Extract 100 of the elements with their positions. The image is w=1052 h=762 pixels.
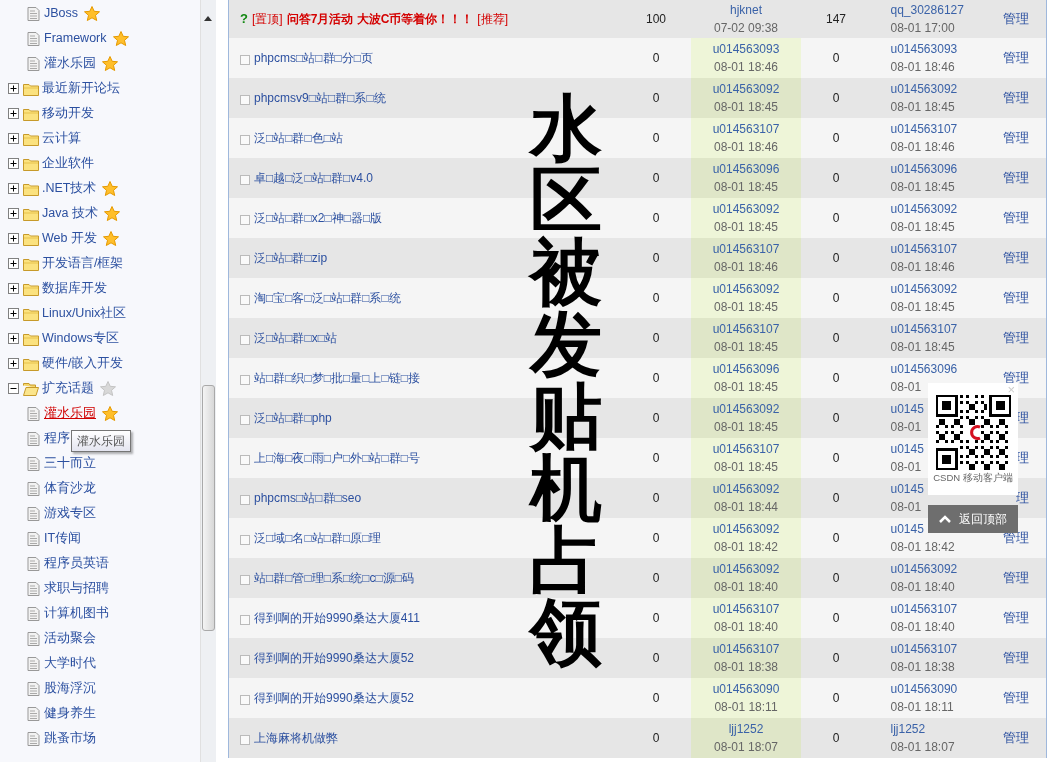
expand-icon[interactable] (8, 83, 19, 94)
author-link[interactable]: u014563107 (712, 440, 780, 458)
topic-link[interactable]: 泛□域□名□站□群□原□理 (254, 529, 382, 547)
forum-link[interactable]: 计算机图书 (44, 606, 109, 621)
topic-link[interactable]: 泛□站□群□zip (254, 249, 328, 267)
author-link[interactable]: hjknet (730, 1, 762, 19)
topic-link[interactable]: phpcmsv9□站□群□系□统 (254, 89, 386, 107)
last-reply-link[interactable]: u014563092 (890, 200, 958, 218)
category-link[interactable]: Web 开发 (42, 231, 97, 246)
category-link[interactable]: Linux/Unix社区 (42, 306, 127, 321)
author-link[interactable]: u014563107 (712, 240, 780, 258)
topic-link[interactable]: 上海麻将机做弊 (254, 729, 338, 747)
manage-link[interactable]: 管理 (1003, 90, 1029, 106)
author-link[interactable]: u014563107 (712, 120, 780, 138)
forum-link[interactable]: 大学时代 (44, 656, 96, 671)
forum-link[interactable]: 跳蚤市场 (44, 731, 96, 746)
last-reply-link[interactable]: u014563107 (890, 640, 958, 658)
author-link[interactable]: u014563092 (712, 520, 780, 538)
last-reply-link[interactable]: u014563092 (890, 80, 958, 98)
forum-link[interactable]: 股海浮沉 (44, 681, 96, 696)
topic-link[interactable]: phpcms□站□群□seo (254, 489, 362, 507)
expand-icon[interactable] (8, 308, 19, 319)
category-link[interactable]: 最近新开论坛 (42, 81, 120, 96)
manage-link[interactable]: 管理 (1003, 210, 1029, 226)
manage-link[interactable]: 管理 (1003, 330, 1029, 346)
expand-icon[interactable] (8, 358, 19, 369)
manage-link[interactable]: 管理 (1003, 250, 1029, 266)
author-link[interactable]: u014563096 (712, 360, 780, 378)
last-reply-link[interactable]: u014563092 (890, 560, 958, 578)
scroll-up-icon[interactable] (204, 16, 212, 21)
last-reply-link[interactable]: u014563107 (890, 320, 958, 338)
forum-link[interactable]: 活动聚会 (44, 631, 96, 646)
category-link[interactable]: Windows专区 (42, 331, 119, 346)
category-link[interactable]: 企业软件 (42, 156, 94, 171)
manage-link[interactable]: 管理 (1003, 50, 1029, 66)
category-link[interactable]: .NET技术 (42, 181, 97, 196)
author-link[interactable]: ljj1252 (728, 720, 764, 738)
category-link[interactable]: 数据库开发 (42, 281, 107, 296)
last-reply-link[interactable]: u0145 (890, 520, 924, 538)
last-reply-link[interactable]: u014563107 (890, 240, 958, 258)
collapse-icon[interactable] (8, 383, 19, 394)
category-link[interactable]: Java 技术 (42, 206, 98, 221)
expand-icon[interactable] (8, 208, 19, 219)
manage-link[interactable]: 管理 (1003, 690, 1029, 706)
topic-link[interactable]: 站□群□管□理□系□统□c□源□码 (254, 569, 414, 587)
last-reply-link[interactable]: u0145 (890, 400, 924, 418)
manage-link[interactable]: 管理 (1003, 130, 1029, 146)
author-link[interactable]: u014563107 (712, 600, 780, 618)
category-link[interactable]: 云计算 (42, 131, 81, 146)
author-link[interactable]: u014563092 (712, 480, 780, 498)
forum-link[interactable]: 程序员英语 (44, 556, 109, 571)
expand-icon[interactable] (8, 108, 19, 119)
last-reply-link[interactable]: u014563092 (890, 280, 958, 298)
expand-icon[interactable] (8, 158, 19, 169)
forum-link[interactable]: 求职与招聘 (44, 581, 109, 596)
topic-link[interactable]: 卓□越□泛□站□群□v4.0 (254, 169, 373, 187)
topic-link[interactable]: 站□群□织□梦□批□量□上□链□接 (254, 369, 420, 387)
forum-link[interactable]: Framework (44, 31, 107, 46)
author-link[interactable]: u014563090 (712, 680, 780, 698)
author-link[interactable]: u014563092 (712, 400, 780, 418)
topic-link[interactable]: 泛□站□群□色□站 (254, 129, 343, 147)
author-link[interactable]: u014563093 (712, 40, 780, 58)
expand-icon[interactable] (8, 283, 19, 294)
category-link[interactable]: 扩充话题 (42, 381, 94, 396)
forum-link[interactable]: 灌水乐园 (44, 406, 96, 421)
forum-link[interactable]: 灌水乐园 (44, 56, 96, 71)
back-to-top-button[interactable]: 返回顶部 (928, 505, 1018, 533)
last-reply-link[interactable]: u014563107 (890, 600, 958, 618)
expand-icon[interactable] (8, 183, 19, 194)
last-reply-link[interactable]: ljj1252 (890, 720, 926, 738)
manage-link[interactable]: 管理 (1003, 11, 1029, 27)
category-link[interactable]: 硬件/嵌入开发 (42, 356, 124, 371)
author-link[interactable]: u014563107 (712, 640, 780, 658)
manage-link[interactable]: 管理 (1003, 650, 1029, 666)
manage-link[interactable]: 管理 (1003, 570, 1029, 586)
forum-link[interactable]: IT传闻 (44, 531, 82, 546)
topic-link[interactable]: 得到啊的开始9990桑达大厦52 (254, 649, 415, 667)
topic-link[interactable]: 问答7月活动 大波C币等着你！！！ (286, 10, 474, 28)
forum-link[interactable]: 三十而立 (44, 456, 96, 471)
topic-link[interactable]: 得到啊的开始9990桑达大厦52 (254, 689, 415, 707)
author-link[interactable]: u014563092 (712, 80, 780, 98)
last-reply-link[interactable]: u014563096 (890, 160, 958, 178)
scrollbar[interactable] (200, 0, 216, 762)
manage-link[interactable]: 管理 (1003, 290, 1029, 306)
topic-link[interactable]: 上□海□夜□雨□户□外□站□群□号 (254, 449, 420, 467)
forum-link[interactable]: JBoss (44, 6, 79, 21)
category-link[interactable]: 移动开发 (42, 106, 94, 121)
topic-link[interactable]: 泛□站□群□php (254, 409, 332, 427)
forum-link[interactable]: 体育沙龙 (44, 481, 96, 496)
last-reply-link[interactable]: u014563093 (890, 40, 958, 58)
last-reply-link[interactable]: u014563096 (890, 360, 958, 378)
category-link[interactable]: 开发语言/框架 (42, 256, 124, 271)
author-link[interactable]: u014563092 (712, 560, 780, 578)
topic-link[interactable]: 得到啊的开始9990桑达大厦411 (254, 609, 420, 627)
topic-link[interactable]: 泛□站□群□x2□神□器□版 (254, 209, 383, 227)
manage-link[interactable]: 管理 (1003, 610, 1029, 626)
forum-link[interactable]: 程序 (44, 431, 70, 446)
expand-icon[interactable] (8, 133, 19, 144)
topic-link[interactable]: 淘□宝□客□泛□站□群□系□统 (254, 289, 401, 307)
expand-icon[interactable] (8, 233, 19, 244)
